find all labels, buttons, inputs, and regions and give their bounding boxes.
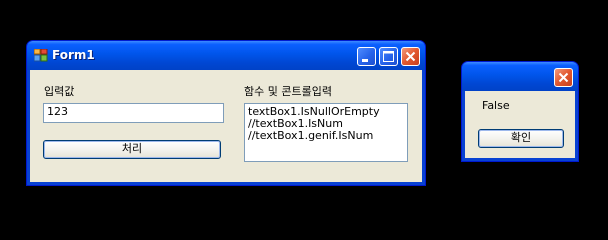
maximize-button[interactable] xyxy=(379,47,398,66)
ok-button[interactable]: 확인 xyxy=(478,129,564,148)
minimize-icon xyxy=(362,59,368,62)
close-icon xyxy=(405,51,416,62)
input-textbox[interactable]: 123 xyxy=(43,103,224,123)
message-box-close-button[interactable] xyxy=(554,68,573,87)
message-box-window: False 확인 xyxy=(461,61,579,162)
maximize-icon xyxy=(383,51,394,62)
code-line: //textBox1.genif.IsNum xyxy=(248,129,374,142)
function-label: 함수 및 콘트롤입력 xyxy=(244,85,332,98)
function-textarea[interactable]: textBox1.IsNullOrEmpty //textBox1.IsNum … xyxy=(244,103,408,162)
message-box-client-area: False 확인 xyxy=(462,91,578,161)
message-box-titlebar[interactable] xyxy=(462,62,578,91)
close-button[interactable] xyxy=(401,47,420,66)
form1-titlebar[interactable]: Form1 xyxy=(27,41,425,70)
message-text: False xyxy=(482,99,510,112)
window-title: Form1 xyxy=(52,48,95,62)
close-icon xyxy=(558,72,569,83)
form1-window: Form1 입력값 123 처리 함수 및 콘트롤입력 textBox1.IsN… xyxy=(26,40,426,186)
minimize-button[interactable] xyxy=(357,47,376,66)
input-label: 입력값 xyxy=(44,85,75,98)
form-app-icon xyxy=(33,48,48,62)
process-button[interactable]: 처리 xyxy=(43,140,221,159)
form1-client-area: 입력값 123 처리 함수 및 콘트롤입력 textBox1.IsNullOrE… xyxy=(27,70,425,185)
